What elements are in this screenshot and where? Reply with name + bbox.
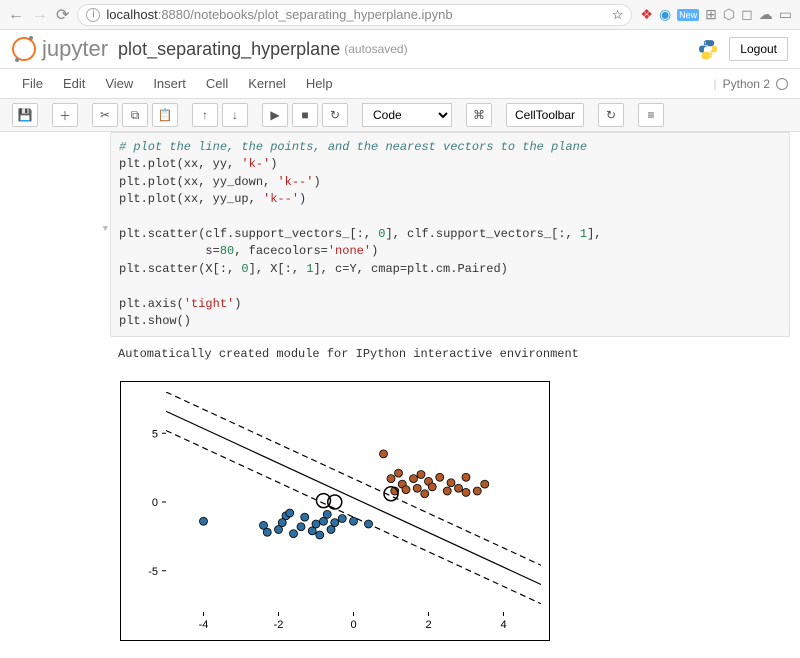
code-cell[interactable]: ▼ # plot the line, the points, and the n…	[10, 132, 790, 337]
jupyter-orb-icon	[12, 37, 36, 61]
menu-help[interactable]: Help	[296, 73, 343, 94]
svg-text:2: 2	[425, 619, 431, 631]
menu-insert[interactable]: Insert	[143, 73, 196, 94]
info-icon[interactable]: i	[86, 8, 100, 22]
run-button[interactable]: ▶	[262, 103, 288, 127]
menu-kernel[interactable]: Kernel	[238, 73, 296, 94]
svg-text:-2: -2	[274, 619, 284, 631]
ext-icon[interactable]: New	[677, 9, 699, 21]
svg-text:4: 4	[500, 619, 506, 631]
paste-button[interactable]: 📋	[152, 103, 178, 127]
stdout-text: Automatically created module for IPython…	[110, 341, 790, 363]
celltoolbar-button[interactable]: CellToolbar	[506, 103, 584, 127]
url-path: /notebooks/plot_separating_hyperplane.ip…	[190, 7, 452, 22]
toc-button[interactable]: ≡	[638, 103, 664, 127]
back-icon[interactable]: ←	[8, 6, 24, 24]
svg-text:-4: -4	[199, 619, 209, 631]
logout-button[interactable]: Logout	[729, 37, 788, 61]
star-icon[interactable]: ☆	[612, 7, 624, 23]
python-icon	[697, 38, 719, 60]
url-host: localhost	[106, 7, 157, 22]
celltype-select[interactable]: Code	[362, 103, 452, 127]
cut-button[interactable]: ✂	[92, 103, 118, 127]
toolbar: 💾 ＋ ✂ ⧉ 📋 ↑ ↓ ▶ ■ ↻ Code ⌘ CellToolbar ↻…	[0, 99, 800, 132]
prompt-area: ▼	[10, 132, 110, 337]
svg-text:-5: -5	[148, 566, 158, 578]
menu-view[interactable]: View	[95, 73, 143, 94]
svg-text:5: 5	[152, 429, 158, 441]
copy-button[interactable]: ⧉	[122, 103, 148, 127]
scatter-plot: -4 -2 0 2 4 -5 0 5	[120, 381, 550, 641]
add-cell-button[interactable]: ＋	[52, 103, 78, 127]
forward-icon: →	[32, 6, 48, 24]
browser-extensions: ❖ ◉ New ⊞ ⬡ ◻ ☁ ▭	[640, 6, 792, 23]
kernel-name[interactable]: Python 2	[723, 77, 770, 91]
menu-cell[interactable]: Cell	[196, 73, 238, 94]
reload-icon[interactable]: ⟳	[56, 5, 69, 25]
reload-ext-button[interactable]: ↻	[598, 103, 624, 127]
ext-icon[interactable]: ☁	[759, 6, 773, 23]
url-port: :8880	[158, 7, 191, 22]
ext-icon[interactable]: ▭	[779, 6, 792, 23]
menu-bar: File Edit View Insert Cell Kernel Help |…	[0, 69, 800, 99]
command-palette-button[interactable]: ⌘	[466, 103, 492, 127]
ext-icon[interactable]: ⬡	[723, 6, 735, 23]
save-button[interactable]: 💾	[12, 103, 38, 127]
svg-text:0: 0	[152, 497, 158, 509]
move-down-button[interactable]: ↓	[222, 103, 248, 127]
restart-button[interactable]: ↻	[322, 103, 348, 127]
notebook-header: jupyter plot_separating_hyperplane (auto…	[0, 30, 800, 69]
ext-icon[interactable]: ⊞	[705, 6, 717, 23]
ext-icon[interactable]: ❖	[640, 6, 653, 23]
browser-chrome: ← → ⟳ i localhost:8880/notebooks/plot_se…	[0, 0, 800, 30]
output-prompt	[10, 341, 110, 654]
fold-arrow-icon[interactable]: ▼	[103, 224, 108, 234]
autosave-status: (autosaved)	[344, 42, 407, 56]
output-cell: Automatically created module for IPython…	[10, 341, 790, 654]
kernel-status-icon	[776, 78, 788, 90]
notebook-body: ▼ # plot the line, the points, and the n…	[0, 132, 800, 654]
svg-text:0: 0	[350, 619, 356, 631]
code-input[interactable]: # plot the line, the points, and the nea…	[110, 132, 790, 337]
ext-icon[interactable]: ◉	[659, 6, 671, 23]
jupyter-logo-text: jupyter	[42, 36, 108, 62]
notebook-title[interactable]: plot_separating_hyperplane	[118, 39, 340, 60]
plot-output: -4 -2 0 2 4 -5 0 5	[110, 371, 790, 654]
url-bar[interactable]: i localhost:8880/notebooks/plot_separati…	[77, 4, 632, 26]
stop-button[interactable]: ■	[292, 103, 318, 127]
move-up-button[interactable]: ↑	[192, 103, 218, 127]
ext-icon[interactable]: ◻	[741, 6, 753, 23]
menu-file[interactable]: File	[12, 73, 53, 94]
jupyter-logo[interactable]: jupyter	[12, 36, 108, 62]
menu-edit[interactable]: Edit	[53, 73, 95, 94]
